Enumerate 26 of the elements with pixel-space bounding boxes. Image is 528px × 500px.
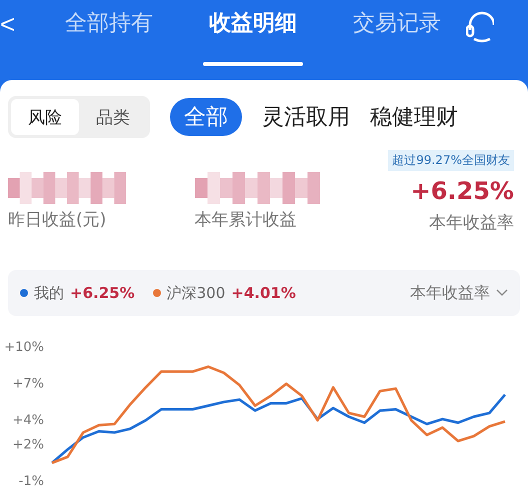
legend-name: 我的: [34, 284, 64, 302]
segment-option[interactable]: 风险: [11, 99, 79, 135]
category-tab[interactable]: 灵活取用: [262, 98, 350, 136]
header-tab[interactable]: 交易记录: [353, 6, 441, 42]
axis-tick-label: +10%: [4, 340, 44, 355]
rank-badge: 超过99.27%全国财友: [388, 150, 514, 171]
chevron-down-icon: [496, 289, 508, 297]
stat-value: +6.25%: [410, 176, 514, 207]
legend-name: 沪深300: [166, 284, 226, 302]
category-tab[interactable]: 全部: [170, 98, 242, 136]
legend-value: +6.25%: [70, 284, 135, 302]
axis-tick-label: +7%: [12, 376, 44, 392]
period-dropdown[interactable]: 本年收益率: [410, 282, 508, 304]
category-tab[interactable]: 稳健理财: [370, 98, 458, 136]
legend-value: +4.01%: [231, 284, 296, 302]
headset-icon[interactable]: [466, 10, 494, 44]
axis-tick-label: +4%: [12, 413, 44, 428]
back-button[interactable]: <: [0, 6, 40, 42]
header-tab[interactable]: 收益明细: [203, 6, 303, 66]
segment-option[interactable]: 品类: [79, 99, 147, 135]
stat-label: 本年累计收益: [194, 209, 297, 231]
stat-label: 本年收益率: [428, 212, 514, 234]
axis-tick-label: +2%: [12, 437, 44, 452]
header-tab[interactable]: 全部持有: [65, 6, 153, 42]
stat-label: 昨日收益(元): [8, 209, 106, 231]
axis-tick-label: -1%: [18, 474, 44, 489]
